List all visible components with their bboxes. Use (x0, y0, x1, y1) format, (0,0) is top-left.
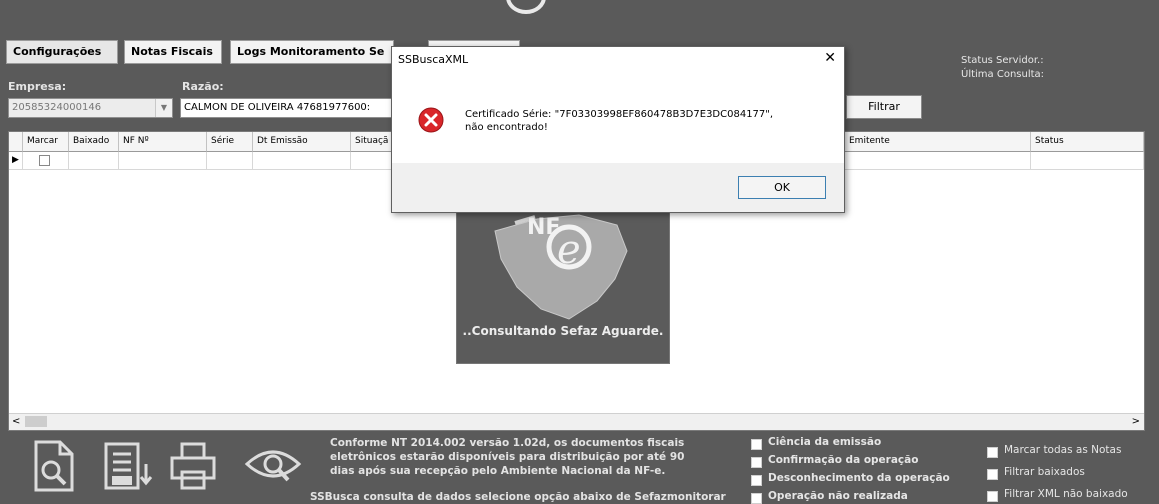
table-cell[interactable] (119, 152, 207, 170)
scroll-right-icon[interactable]: > (1132, 414, 1140, 429)
dialog-footer: OK (392, 163, 844, 212)
horizontal-scrollbar[interactable]: < > (9, 413, 1144, 430)
error-icon (418, 107, 444, 133)
razao-label: Razão: (182, 80, 224, 93)
tab-notas-fiscais[interactable]: Notas Fiscais (124, 40, 222, 64)
filtrar-xml-label: Filtrar XML não baixado (1004, 488, 1128, 500)
nt-notice-line3: dias após sua recepção pelo Ambiente Nac… (330, 465, 666, 477)
svg-text:NF: NF (527, 215, 560, 240)
table-cell[interactable] (207, 152, 253, 170)
table-cell[interactable] (845, 152, 1031, 170)
desconhecimento-label: Desconhecimento da operação (768, 472, 950, 484)
app-header (0, 0, 1159, 35)
loading-panel: NF e ..Consultando Sefaz Aguarde. (456, 200, 670, 364)
confirmacao-label: Confirmação da operação (768, 454, 919, 466)
operacao-nao-realizada-label: Operação não realizada (768, 490, 908, 502)
tab-logs-monitoramento[interactable]: Logs Monitoramento Se (230, 40, 394, 64)
row-checkbox[interactable] (39, 155, 50, 166)
table-cell[interactable] (1031, 152, 1144, 170)
filtrar-baixados-checkbox[interactable] (987, 469, 998, 480)
col-header-status[interactable]: Status (1031, 132, 1144, 152)
chevron-down-icon[interactable]: ▼ (155, 99, 172, 117)
svg-text:e: e (557, 227, 581, 273)
filtrar-baixados-label: Filtrar baixados (1004, 466, 1085, 478)
razao-value: CALMON DE OLIVEIRA 47681977600: (184, 102, 371, 113)
dialog-message-line2: não encontrado! (465, 122, 548, 133)
marcar-todas-label: Marcar todas as Notas (1004, 444, 1122, 456)
grid-corner (9, 132, 23, 152)
confirmacao-checkbox[interactable] (751, 457, 762, 468)
ciencia-checkbox[interactable] (751, 439, 762, 450)
tab-configuracoes[interactable]: Configurações (6, 40, 118, 64)
col-header-dt-emissao[interactable]: Dt Emissão (253, 132, 351, 152)
empresa-select[interactable]: 20585324000146 ▼ (8, 98, 173, 118)
xml-download-icon[interactable] (104, 442, 154, 492)
scroll-left-icon[interactable]: < (12, 414, 20, 429)
view-eye-icon[interactable] (244, 442, 302, 486)
dialog-title: SSBuscaXML (398, 53, 469, 66)
dialog-message-line1: Certificado Série: "7F03303998EF860478B3… (465, 109, 774, 120)
filtrar-xml-checkbox[interactable] (987, 491, 998, 502)
table-row[interactable] (23, 152, 69, 170)
col-header-marcar[interactable]: Marcar (23, 132, 69, 152)
marcar-todas-checkbox[interactable] (987, 447, 998, 458)
desconhecimento-checkbox[interactable] (751, 475, 762, 486)
document-search-icon[interactable] (32, 440, 78, 492)
nt-notice-line1: Conforme NT 2014.002 versão 1.02d, os do… (330, 437, 685, 449)
col-header-baixado[interactable]: Baixado (69, 132, 119, 152)
ciencia-label: Ciência da emissão (768, 436, 882, 448)
razao-field[interactable]: CALMON DE OLIVEIRA 47681977600: (180, 98, 394, 118)
table-cell[interactable] (253, 152, 351, 170)
col-header-nf[interactable]: NF Nº (119, 132, 207, 152)
operacao-nao-realizada-checkbox[interactable] (751, 493, 762, 504)
error-dialog: SSBuscaXML ✕ Certificado Série: "7F03303… (391, 46, 845, 213)
nt-notice-line2: eletrônicos estarão disponíveis para dis… (330, 451, 685, 463)
table-cell[interactable] (69, 152, 119, 170)
ultima-consulta-label: Última Consulta: (961, 69, 1045, 80)
col-header-emitente[interactable]: Emitente (845, 132, 1031, 152)
empresa-value: 20585324000146 (12, 102, 102, 113)
logo-icon (506, 0, 546, 14)
close-icon[interactable]: ✕ (824, 50, 836, 66)
status-servidor-label: Status Servidor.: (961, 55, 1044, 66)
loading-text: ..Consultando Sefaz Aguarde. (462, 324, 664, 338)
empresa-label: Empresa: (8, 80, 67, 93)
ok-button[interactable]: OK (738, 176, 826, 199)
filtrar-button[interactable]: Filtrar (846, 95, 922, 119)
row-pointer-icon: ▶ (9, 152, 23, 170)
printer-icon[interactable] (170, 442, 216, 492)
col-header-serie[interactable]: Série (207, 132, 253, 152)
scroll-thumb[interactable] (25, 416, 47, 427)
nfe-logo-icon: NF e (494, 214, 628, 320)
